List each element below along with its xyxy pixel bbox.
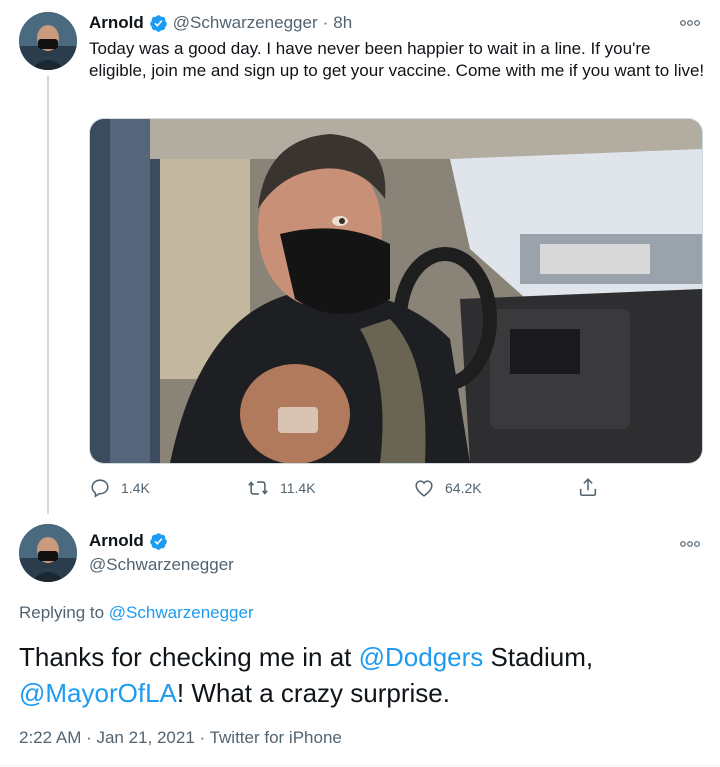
- share-button[interactable]: [577, 475, 599, 499]
- separator-dot: ·: [322, 13, 329, 32]
- author-name[interactable]: Arnold: [89, 531, 144, 551]
- avatar[interactable]: [19, 524, 77, 582]
- reply-button[interactable]: 1.4K: [89, 476, 150, 500]
- author-handle[interactable]: @Schwarzenegger: [89, 555, 234, 575]
- tweet-text-part: Stadium,: [483, 642, 594, 672]
- author-handle[interactable]: @Schwarzenegger: [173, 13, 318, 33]
- more-icon: [680, 541, 700, 547]
- more-icon: [680, 20, 700, 26]
- mention-dodgers[interactable]: @Dodgers: [359, 642, 484, 672]
- bottom-divider: [0, 765, 720, 766]
- like-count: 64.2K: [445, 480, 482, 496]
- retweet-icon: [248, 481, 268, 495]
- tweet-timestamp[interactable]: 2:22 AM · Jan 21, 2021 · Twitter for iPh…: [19, 728, 342, 748]
- verified-badge-icon: [149, 14, 168, 33]
- more-options-button[interactable]: [679, 14, 703, 28]
- like-button[interactable]: 64.2K: [413, 476, 482, 500]
- reply-count: 1.4K: [121, 480, 150, 496]
- tweet-time[interactable]: 8h: [333, 13, 352, 33]
- verified-badge-icon: [149, 532, 168, 551]
- tweet-text-part: Thanks for checking me in at: [19, 642, 359, 672]
- tweet-media-photo[interactable]: [89, 118, 703, 464]
- author-header: Arnold: [89, 530, 168, 552]
- tweet-text-part: ! What a crazy surprise.: [176, 678, 450, 708]
- replying-to-label: Replying to: [19, 603, 105, 622]
- replying-to: Replying to @Schwarzenegger: [19, 603, 254, 623]
- share-icon: [579, 478, 597, 497]
- reply-icon: [91, 479, 109, 498]
- author-name[interactable]: Arnold: [89, 13, 144, 33]
- replying-to-handle[interactable]: @Schwarzenegger: [109, 603, 254, 622]
- thread-line: [47, 76, 49, 514]
- tweet-text: Today was a good day. I have never been …: [89, 39, 705, 80]
- retweet-button[interactable]: 11.4K: [246, 476, 316, 500]
- like-icon: [415, 480, 433, 497]
- more-options-button[interactable]: [679, 535, 703, 549]
- tweet-text: Thanks for checking me in at @Dodgers St…: [19, 639, 709, 711]
- retweet-count: 11.4K: [280, 480, 316, 496]
- avatar[interactable]: [19, 12, 77, 70]
- tweet-header: Arnold @Schwarzenegger · 8h: [89, 12, 352, 34]
- mention-mayorofla[interactable]: @MayorOfLA: [19, 678, 177, 708]
